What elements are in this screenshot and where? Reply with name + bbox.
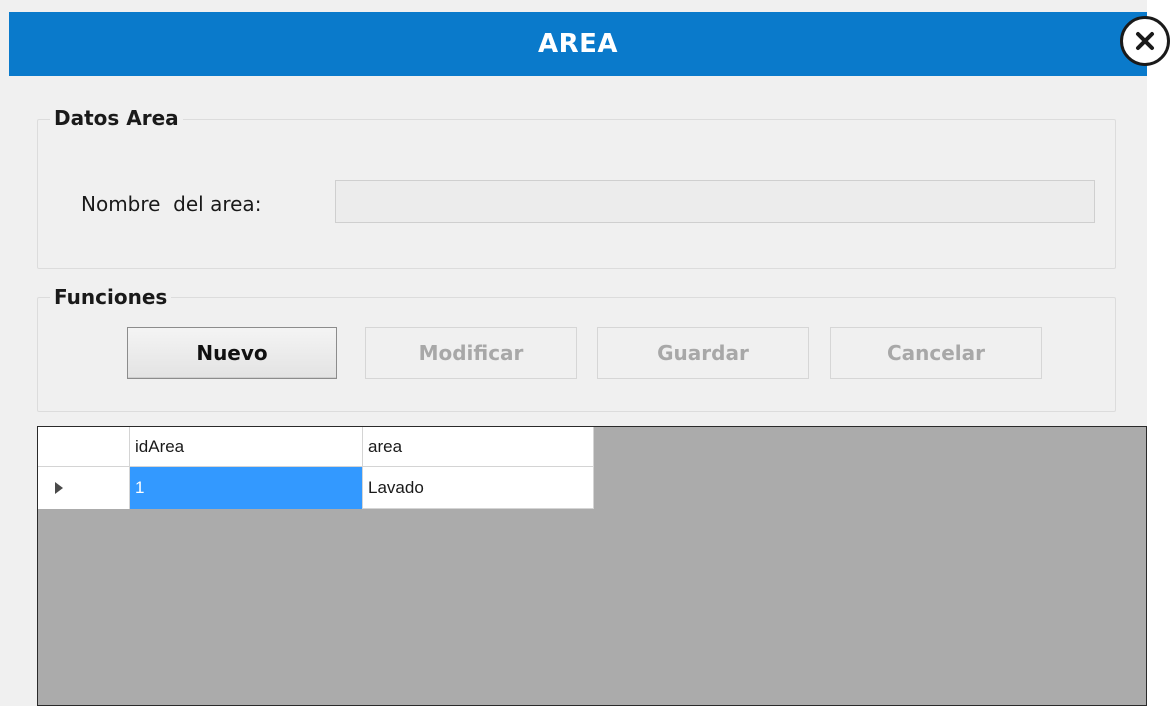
column-header-area[interactable]: area [363,427,594,467]
area-window: AREA Datos Area Nombre del area: Funcion… [0,0,1174,706]
guardar-button[interactable]: Guardar [597,327,809,379]
modificar-button[interactable]: Modificar [365,327,577,379]
nuevo-button[interactable]: Nuevo [127,327,337,379]
window-edge [1147,0,1174,706]
title-bar: AREA [9,12,1147,76]
nombre-area-label: Nombre del area: [81,192,262,216]
window-title: AREA [537,29,619,59]
table-cell-idarea[interactable]: 1 [130,467,363,509]
area-data-grid[interactable]: idArea area 1 Lavado [37,426,1147,706]
funciones-legend: Funciones [50,285,172,309]
grid-corner-header[interactable] [38,427,130,467]
cancelar-button[interactable]: Cancelar [830,327,1042,379]
row-header[interactable] [38,467,130,509]
table-cell-area[interactable]: Lavado [363,467,594,509]
close-button[interactable] [1120,16,1170,66]
datos-area-legend: Datos Area [50,106,183,130]
column-header-idarea[interactable]: idArea [130,427,363,467]
nombre-area-input[interactable] [335,180,1095,223]
close-icon [1136,32,1154,50]
current-row-arrow-icon [55,482,63,494]
